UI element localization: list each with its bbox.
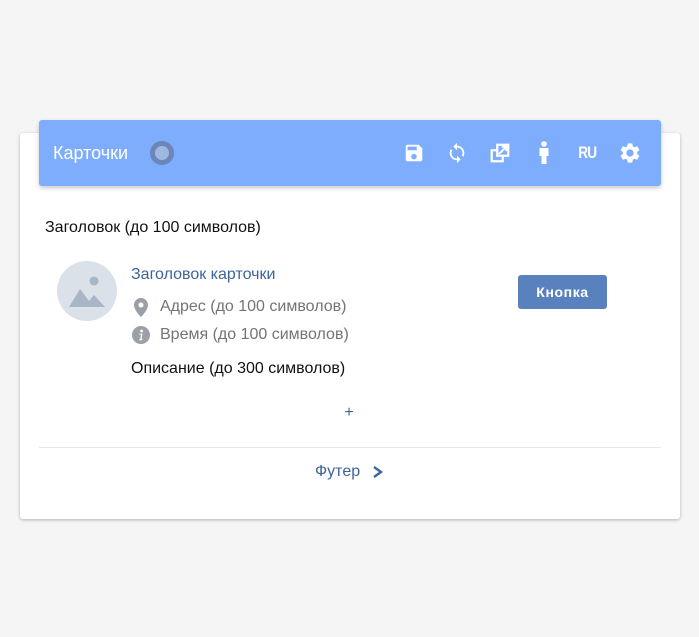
- section-header: Заголовок (до 100 символов): [45, 219, 261, 236]
- language-icon[interactable]: RU: [574, 140, 600, 166]
- open-in-new-icon[interactable]: [487, 140, 513, 166]
- refresh-icon[interactable]: [444, 140, 470, 166]
- language-label: RU: [577, 143, 597, 162]
- footer-divider: [39, 447, 661, 448]
- status-indicator: [150, 141, 174, 165]
- map-pin-icon: [131, 297, 151, 317]
- gear-icon[interactable]: [617, 140, 643, 166]
- card-avatar: [57, 261, 117, 321]
- card-description: Описание (до 300 символов): [131, 360, 346, 377]
- card-time-row: Время (до 100 символов): [131, 325, 349, 345]
- save-icon[interactable]: [401, 140, 427, 166]
- widget-card-container: [20, 133, 680, 519]
- card-address-row: Адрес (до 100 символов): [131, 297, 346, 317]
- footer-label: Футер: [315, 463, 361, 480]
- card-address: Адрес (до 100 символов): [160, 298, 347, 315]
- widget-toolbar: Карточки RU: [39, 120, 661, 186]
- info-icon: [131, 325, 151, 345]
- person-icon[interactable]: [531, 140, 557, 166]
- chevron-right-icon: [373, 466, 384, 478]
- toolbar-title: Карточки: [53, 143, 129, 163]
- image-placeholder-icon: [69, 276, 105, 307]
- card-title-link[interactable]: Заголовок карточки: [131, 266, 275, 284]
- card-time: Время (до 100 символов): [160, 326, 349, 343]
- card-action-button[interactable]: Кнопка: [518, 275, 607, 309]
- footer-link[interactable]: Футер: [315, 463, 384, 481]
- add-card-button[interactable]: +: [339, 402, 359, 424]
